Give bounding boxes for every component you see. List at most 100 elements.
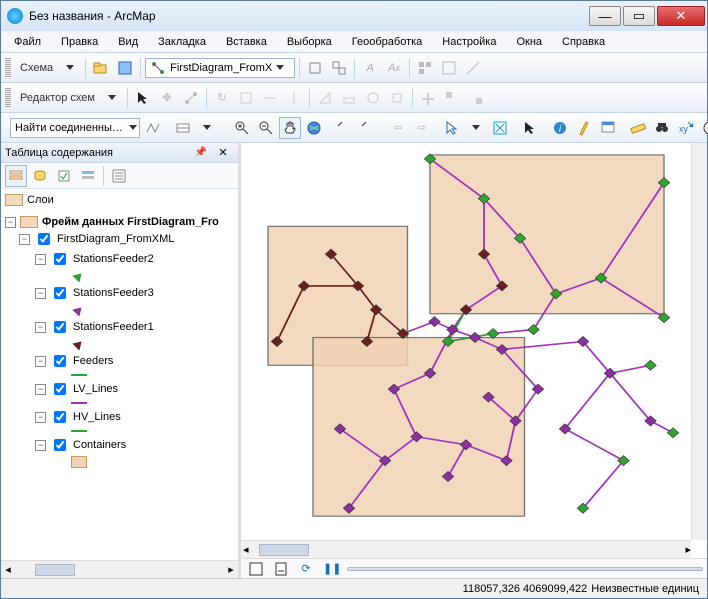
layer-checkbox[interactable] — [54, 355, 66, 367]
tree-layer[interactable]: − StationsFeeder2 — [3, 249, 236, 269]
goto-xy-button[interactable]: xy — [675, 117, 697, 139]
tool-d[interactable]: Ax — [383, 57, 405, 79]
time-track[interactable] — [347, 567, 703, 571]
list-by-source-button[interactable] — [29, 165, 51, 187]
tree-frame[interactable]: − Фрейм данных FirstDiagram_Fro — [3, 215, 236, 229]
zoom-out-button[interactable] — [255, 117, 277, 139]
find-connected-combo[interactable]: Найти соединенные об — [10, 118, 140, 138]
diagram-combo[interactable]: FirstDiagram_FromX — [145, 58, 295, 78]
toc-hscroll[interactable]: ◂ ▸ — [1, 560, 238, 578]
map-canvas[interactable]: ◂ ▸ — [241, 143, 707, 558]
tool-ed9[interactable] — [441, 87, 463, 109]
tool-ed6[interactable] — [362, 87, 384, 109]
collapse-button[interactable]: − — [19, 234, 30, 245]
tree-layer[interactable]: − Feeders — [3, 351, 236, 371]
time-slider-button[interactable] — [699, 117, 708, 139]
clear-selection-button[interactable] — [489, 117, 511, 139]
tool-g[interactable] — [462, 57, 484, 79]
scroll-thumb[interactable] — [259, 544, 309, 556]
schema-dropdown[interactable] — [59, 57, 81, 79]
tool-ed7[interactable] — [386, 87, 408, 109]
collapse-button[interactable]: − — [5, 217, 16, 228]
tool-b[interactable] — [328, 57, 350, 79]
list-by-selection-button[interactable] — [77, 165, 99, 187]
tree-layer[interactable]: − StationsFeeder1 — [3, 317, 236, 337]
move-tool[interactable]: ✥ — [156, 87, 178, 109]
select-elements-button[interactable] — [519, 117, 541, 139]
zoom-in-button[interactable] — [231, 117, 253, 139]
pointer-tool[interactable] — [132, 87, 154, 109]
layer-checkbox[interactable] — [54, 253, 66, 265]
pin-button[interactable]: 📌 — [190, 142, 212, 164]
select-dropdown[interactable] — [465, 117, 487, 139]
layer-props-button[interactable] — [172, 117, 194, 139]
maximize-button[interactable]: ▭ — [623, 6, 655, 26]
layer-checkbox[interactable] — [54, 383, 66, 395]
close-panel-button[interactable]: ✕ — [212, 142, 234, 164]
menu-geoprocessing[interactable]: Геообработка — [345, 34, 430, 50]
tree-layer[interactable]: − StationsFeeder3 — [3, 283, 236, 303]
fixed-zoom-in-button[interactable] — [333, 117, 355, 139]
view-layout-button[interactable] — [270, 558, 292, 580]
collapse-button[interactable]: − — [35, 288, 46, 299]
full-extent-button[interactable] — [303, 117, 325, 139]
menu-windows[interactable]: Окна — [509, 34, 549, 50]
list-by-drawing-button[interactable] — [5, 165, 27, 187]
scroll-thumb[interactable] — [35, 564, 75, 576]
next-extent-button[interactable]: ⇨ — [411, 117, 433, 139]
menu-select[interactable]: Выборка — [280, 34, 339, 50]
refresh-button[interactable]: ⟳ — [295, 558, 317, 580]
menu-insert[interactable]: Вставка — [219, 34, 274, 50]
collapse-button[interactable]: − — [35, 440, 46, 451]
collapse-button[interactable]: − — [35, 356, 46, 367]
measure-button[interactable] — [627, 117, 649, 139]
tool-ed4[interactable] — [314, 87, 336, 109]
collapse-button[interactable]: − — [35, 384, 46, 395]
tool-f[interactable] — [438, 57, 460, 79]
layer-checkbox[interactable] — [54, 439, 66, 451]
open-folder-button[interactable] — [90, 57, 112, 79]
hyperlink-button[interactable] — [573, 117, 595, 139]
fixed-zoom-out-button[interactable] — [357, 117, 379, 139]
minimize-button[interactable]: ― — [589, 6, 621, 26]
select-features-button[interactable] — [441, 117, 463, 139]
tree-layer[interactable]: − LV_Lines — [3, 379, 236, 399]
collapse-button[interactable]: − — [35, 322, 46, 333]
prev-extent-button[interactable]: ⇦ — [387, 117, 409, 139]
layer-checkbox[interactable] — [54, 411, 66, 423]
list-by-visibility-button[interactable] — [53, 165, 75, 187]
tree-layer[interactable]: − Containers — [3, 435, 236, 455]
tree-layer[interactable]: − HV_Lines — [3, 407, 236, 427]
collapse-button[interactable]: − — [35, 254, 46, 265]
trace-tool[interactable] — [142, 117, 164, 139]
options-button[interactable] — [108, 165, 130, 187]
tree-root[interactable]: Слои — [3, 193, 236, 207]
editor-dropdown[interactable] — [101, 87, 123, 109]
tool-a[interactable] — [304, 57, 326, 79]
html-popup-button[interactable] — [597, 117, 619, 139]
layer-props-dropdown[interactable] — [196, 117, 218, 139]
identify-button[interactable]: i — [549, 117, 571, 139]
pause-button[interactable]: ❚❚ — [320, 558, 344, 580]
menu-settings[interactable]: Настройка — [435, 34, 503, 50]
menu-view[interactable]: Вид — [111, 34, 145, 50]
rotate-tool[interactable]: ↻ — [211, 87, 233, 109]
save-diagram-button[interactable] — [114, 57, 136, 79]
tool-ed3[interactable] — [283, 87, 305, 109]
tool-ed5[interactable] — [338, 87, 360, 109]
tool-c[interactable]: A — [359, 57, 381, 79]
tree-diagram[interactable]: − FirstDiagram_FromXML — [3, 229, 236, 249]
tool-ed10[interactable] — [465, 87, 487, 109]
layer-checkbox[interactable] — [54, 321, 66, 333]
menu-help[interactable]: Справка — [555, 34, 612, 50]
tool-ed8[interactable] — [417, 87, 439, 109]
view-data-button[interactable] — [245, 558, 267, 580]
tool-e[interactable] — [414, 57, 436, 79]
menu-bookmark[interactable]: Закладка — [151, 34, 213, 50]
map-vscroll[interactable] — [691, 143, 707, 540]
close-button[interactable]: ✕ — [657, 6, 705, 26]
tool-ed1[interactable] — [235, 87, 257, 109]
layer-checkbox[interactable] — [54, 287, 66, 299]
menu-file[interactable]: Файл — [7, 34, 48, 50]
collapse-button[interactable]: − — [35, 412, 46, 423]
